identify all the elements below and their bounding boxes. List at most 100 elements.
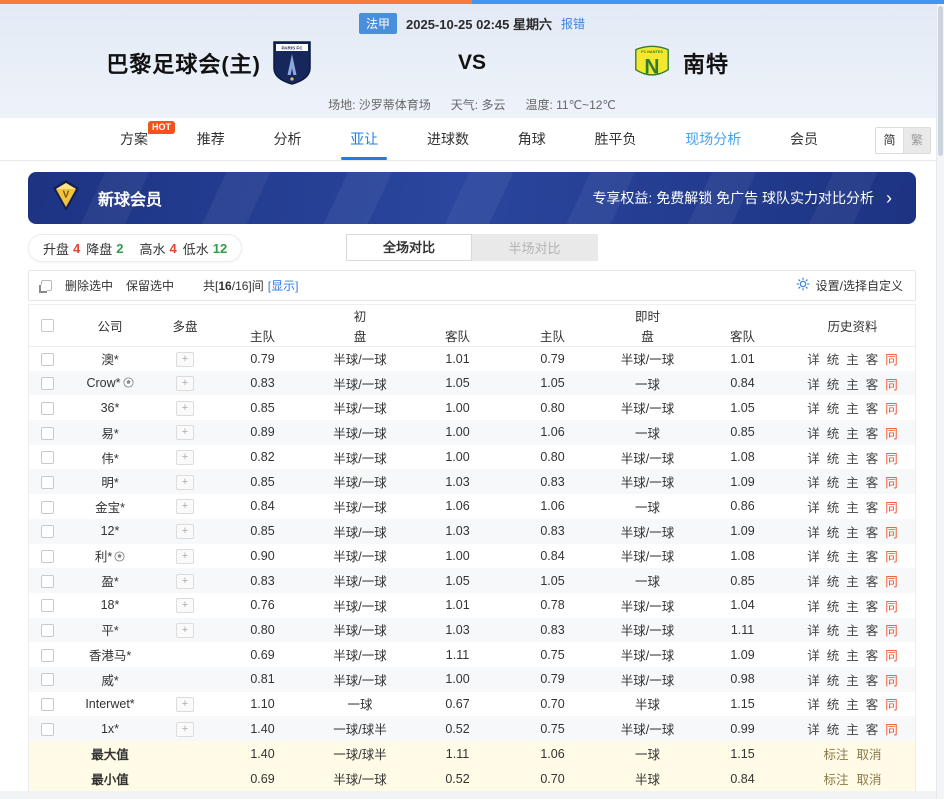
multi-odds-button[interactable]: + [176, 598, 194, 613]
vertical-scrollbar[interactable] [936, 4, 944, 799]
history-detail-link[interactable]: 详 [807, 719, 820, 738]
history-stats-link[interactable]: 统 [827, 596, 840, 615]
history-same-link[interactable]: 同 [885, 596, 898, 615]
history-same-link[interactable]: 同 [885, 670, 898, 689]
history-detail-link[interactable]: 详 [807, 522, 820, 541]
multi-odds-button[interactable]: + [176, 623, 194, 638]
history-stats-link[interactable]: 统 [827, 694, 840, 713]
history-home-link[interactable]: 主 [846, 719, 859, 738]
history-stats-link[interactable]: 统 [827, 423, 840, 442]
history-away-link[interactable]: 客 [866, 522, 879, 541]
history-same-link[interactable]: 同 [885, 694, 898, 713]
row-checkbox[interactable] [41, 353, 54, 366]
history-stats-link[interactable]: 统 [827, 571, 840, 590]
row-checkbox[interactable] [41, 451, 54, 464]
vip-banner[interactable]: V 新球会员 专享权益: 免费解锁 免广告 球队实力对比分析 › [28, 172, 916, 224]
history-same-link[interactable]: 同 [885, 349, 898, 368]
row-checkbox[interactable] [41, 550, 54, 563]
history-same-link[interactable]: 同 [885, 423, 898, 442]
multi-odds-button[interactable]: + [176, 352, 194, 367]
history-home-link[interactable]: 主 [846, 670, 859, 689]
history-detail-link[interactable]: 详 [807, 571, 820, 590]
row-checkbox[interactable] [41, 402, 54, 415]
history-away-link[interactable]: 客 [866, 571, 879, 590]
history-stats-link[interactable]: 统 [827, 374, 840, 393]
history-stats-link[interactable]: 统 [827, 497, 840, 516]
history-home-link[interactable]: 主 [846, 423, 859, 442]
multi-odds-button[interactable]: + [176, 524, 194, 539]
keep-selected-button[interactable]: 保留选中 [126, 277, 174, 294]
history-stats-link[interactable]: 统 [827, 719, 840, 738]
history-detail-link[interactable]: 详 [807, 694, 820, 713]
row-checkbox[interactable] [41, 427, 54, 440]
history-home-link[interactable]: 主 [846, 546, 859, 565]
history-stats-link[interactable]: 统 [827, 349, 840, 368]
history-same-link[interactable]: 同 [885, 571, 898, 590]
lang-simplified-button[interactable]: 简 [876, 128, 903, 153]
tab-member[interactable]: 会员 [790, 118, 818, 160]
history-same-link[interactable]: 同 [885, 374, 898, 393]
settings-customize-button[interactable]: 设置/选择自定义 [796, 277, 903, 294]
row-checkbox[interactable] [41, 377, 54, 390]
scrollbar-thumb[interactable] [938, 6, 943, 156]
row-checkbox[interactable] [41, 698, 54, 711]
multi-odds-button[interactable]: + [176, 499, 194, 514]
multi-odds-button[interactable]: + [176, 722, 194, 737]
history-stats-link[interactable]: 统 [827, 472, 840, 491]
history-stats-link[interactable]: 统 [827, 620, 840, 639]
invert-selection-icon[interactable] [41, 280, 52, 291]
multi-odds-button[interactable]: + [176, 450, 194, 465]
history-detail-link[interactable]: 详 [807, 596, 820, 615]
history-same-link[interactable]: 同 [885, 472, 898, 491]
history-home-link[interactable]: 主 [846, 448, 859, 467]
history-home-link[interactable]: 主 [846, 596, 859, 615]
history-home-link[interactable]: 主 [846, 398, 859, 417]
cancel-link[interactable]: 取消 [857, 769, 882, 788]
history-home-link[interactable]: 主 [846, 497, 859, 516]
history-away-link[interactable]: 客 [866, 645, 879, 664]
history-same-link[interactable]: 同 [885, 645, 898, 664]
history-home-link[interactable]: 主 [846, 620, 859, 639]
lang-traditional-button[interactable]: 繁 [903, 128, 930, 153]
history-home-link[interactable]: 主 [846, 522, 859, 541]
history-same-link[interactable]: 同 [885, 398, 898, 417]
history-away-link[interactable]: 客 [866, 398, 879, 417]
history-same-link[interactable]: 同 [885, 620, 898, 639]
row-checkbox[interactable] [41, 575, 54, 588]
tab-analysis[interactable]: 分析 [274, 118, 302, 160]
multi-odds-button[interactable]: + [176, 401, 194, 416]
history-home-link[interactable]: 主 [846, 472, 859, 491]
history-detail-link[interactable]: 详 [807, 374, 820, 393]
select-all-checkbox[interactable] [41, 319, 54, 332]
show-link[interactable]: [显示] [268, 279, 299, 293]
tab-plans[interactable]: 方案 HOT [120, 118, 148, 160]
tab-goals[interactable]: 进球数 [427, 118, 469, 160]
history-detail-link[interactable]: 详 [807, 472, 820, 491]
history-detail-link[interactable]: 详 [807, 645, 820, 664]
row-checkbox[interactable] [41, 723, 54, 736]
history-detail-link[interactable]: 详 [807, 423, 820, 442]
multi-odds-button[interactable]: + [176, 549, 194, 564]
history-away-link[interactable]: 客 [866, 694, 879, 713]
history-away-link[interactable]: 客 [866, 620, 879, 639]
tab-corners[interactable]: 角球 [518, 118, 546, 160]
cancel-link[interactable]: 取消 [857, 744, 882, 763]
row-checkbox[interactable] [41, 673, 54, 686]
row-checkbox[interactable] [41, 476, 54, 489]
history-away-link[interactable]: 客 [866, 374, 879, 393]
history-stats-link[interactable]: 统 [827, 398, 840, 417]
history-home-link[interactable]: 主 [846, 374, 859, 393]
history-stats-link[interactable]: 统 [827, 670, 840, 689]
history-away-link[interactable]: 客 [866, 546, 879, 565]
history-detail-link[interactable]: 详 [807, 497, 820, 516]
row-checkbox[interactable] [41, 525, 54, 538]
tab-fulltime-compare[interactable]: 全场对比 [346, 234, 472, 261]
history-away-link[interactable]: 客 [866, 670, 879, 689]
tab-live-analysis[interactable]: 现场分析 [685, 118, 741, 160]
history-same-link[interactable]: 同 [885, 719, 898, 738]
multi-odds-button[interactable]: + [176, 574, 194, 589]
history-stats-link[interactable]: 统 [827, 546, 840, 565]
mark-link[interactable]: 标注 [824, 744, 849, 763]
tab-halftime-compare[interactable]: 半场对比 [472, 234, 598, 261]
tab-recommend[interactable]: 推荐 [197, 118, 225, 160]
